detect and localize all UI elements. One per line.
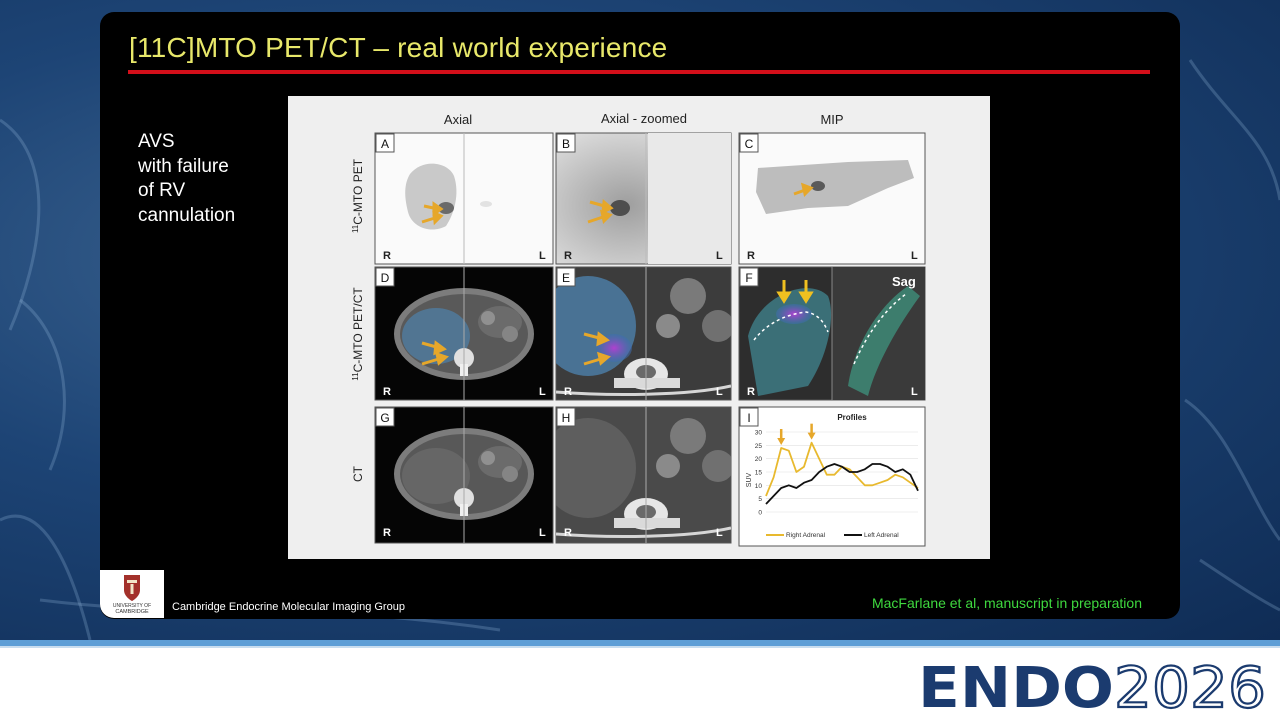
side-label-r: R: [383, 250, 391, 262]
side-label-l: L: [716, 527, 723, 539]
footer-accent-line: [0, 646, 1280, 648]
panel-g: G R L: [374, 406, 554, 544]
side-caption-line: of RV: [138, 180, 186, 201]
y-axis-label: SUV: [746, 472, 753, 487]
panel-h: H R L: [555, 406, 732, 544]
row-label-petct-text: C-MTO PET/CT: [351, 287, 365, 373]
side-caption-line: AVS: [138, 131, 175, 152]
endo-2026-logo: ENDO 2026: [918, 655, 1267, 715]
row-label-ct: CT: [351, 465, 365, 482]
y-tick-label: 30: [755, 430, 763, 437]
side-label-r: R: [564, 527, 572, 539]
y-tick-label: 20: [755, 456, 763, 463]
side-label-r: R: [564, 250, 572, 262]
panel-label-a: A: [381, 137, 389, 151]
side-caption-line: with failure: [138, 155, 229, 177]
university-logo: UNIVERSITY OF CAMBRIDGE: [100, 570, 164, 618]
panel-label-c: C: [745, 137, 754, 151]
panel-label-f: F: [745, 271, 752, 285]
panel-label-e: E: [562, 271, 570, 285]
side-label-r: R: [383, 527, 391, 539]
row-label-pet-text: C-MTO PET: [351, 158, 365, 224]
panel-b: B R L: [555, 132, 732, 265]
panel-label-h: H: [562, 411, 571, 425]
endo-logo-year: 2026: [1114, 656, 1266, 715]
citation: MacFarlane et al, manuscript in preparat…: [871, 595, 1142, 611]
legend-label-left-adrenal: Left Adrenal: [864, 532, 899, 539]
pet-ct-figure: Axial Axial - zoomed MIP 11C-MTO PET 11C…: [288, 96, 990, 559]
panel-f: F Sag R L: [738, 266, 926, 401]
university-logo-text: CAMBRIDGE: [115, 609, 149, 615]
column-header-axial-zoomed: Axial - zoomed: [601, 111, 687, 126]
side-label-l: L: [539, 250, 546, 262]
group-name: Cambridge Endocrine Molecular Imaging Gr…: [172, 601, 405, 613]
panel-d: D R L: [374, 266, 554, 401]
panel-a: A R L: [374, 132, 554, 265]
y-tick-label: 15: [755, 470, 763, 477]
side-label-l: L: [716, 250, 723, 262]
side-label-r: R: [747, 250, 755, 262]
side-caption: AVS with failure of RV cannulation: [138, 130, 278, 228]
side-label-r: R: [747, 386, 755, 398]
legend-label-right-adrenal: Right Adrenal: [786, 532, 826, 539]
panel-label-i: I: [747, 411, 750, 425]
y-tick-label: 25: [755, 443, 763, 450]
side-label-l: L: [911, 250, 918, 262]
panel-label-g: G: [380, 411, 389, 425]
endo-logo-word: ENDO: [918, 656, 1114, 715]
slide-title: [11C]MTO PET/CT – real world experience: [129, 32, 668, 63]
y-tick-label: 5: [758, 496, 762, 503]
side-caption-line: cannulation: [138, 204, 236, 226]
side-label-r: R: [383, 386, 391, 398]
row-label-pet: 11C-MTO PET: [351, 158, 365, 233]
side-label-l: L: [539, 527, 546, 539]
side-label-l: L: [716, 386, 723, 398]
side-label-l: L: [911, 386, 918, 398]
side-label-r: R: [564, 386, 572, 398]
panel-label-b: B: [562, 137, 570, 151]
row-label-petct: 11C-MTO PET/CT: [351, 287, 365, 381]
y-tick-label: 10: [755, 483, 763, 490]
column-header-mip: MIP: [820, 112, 843, 127]
sagittal-label: Sag: [892, 274, 916, 289]
side-label-l: L: [539, 386, 546, 398]
slide: [11C]MTO PET/CT – real world experience …: [100, 12, 1180, 619]
y-tick-label: 0: [758, 510, 762, 517]
panel-c: C R L: [738, 132, 926, 265]
title-underline: [128, 70, 1150, 74]
chart-title: Profiles: [837, 413, 867, 422]
figure-canvas: Axial Axial - zoomed MIP 11C-MTO PET 11C…: [351, 111, 926, 547]
panel-label-d: D: [381, 271, 390, 285]
panel-i: I Profiles SUV 0 5 10 15 20 25 30 Right Adrena…: [738, 406, 926, 547]
panel-e: E R L: [555, 266, 732, 401]
column-header-axial: Axial: [444, 112, 472, 127]
